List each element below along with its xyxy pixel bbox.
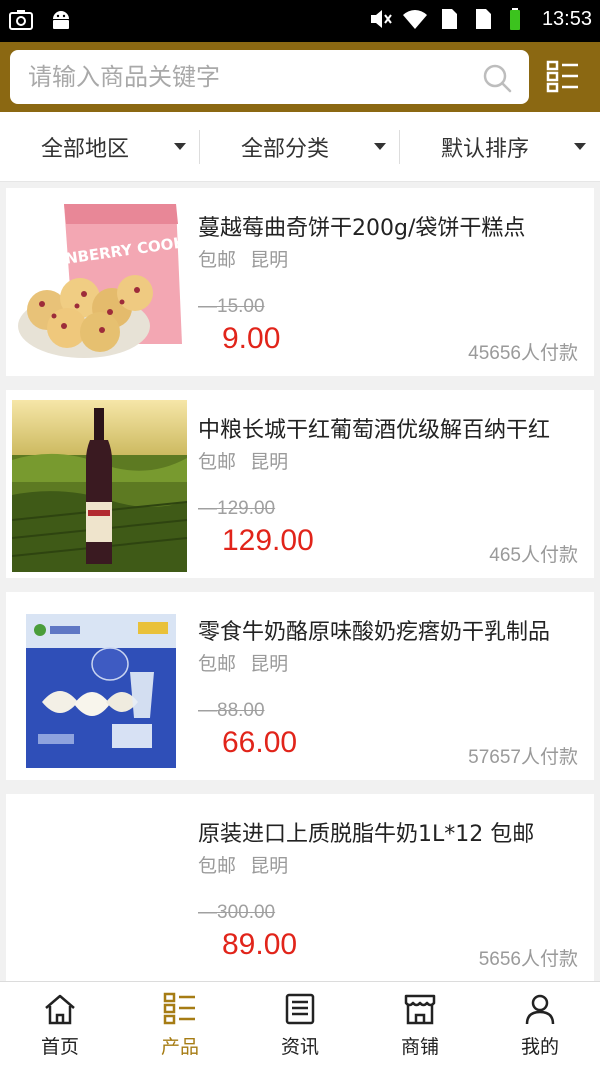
search-box[interactable]	[10, 50, 529, 104]
android-icon	[53, 11, 69, 29]
nav-products[interactable]: 产品	[120, 982, 240, 1067]
sale-price: 89.00	[222, 928, 298, 961]
filter-region-label: 全部地区	[40, 136, 129, 162]
shipping-tag: 包邮	[198, 451, 237, 473]
sale-price: 9.00	[222, 322, 281, 355]
product-list-icon	[163, 992, 195, 1025]
sales-count: 45656人付款	[468, 343, 578, 364]
filter-category-label: 全部分类	[240, 136, 329, 162]
battery-icon	[509, 8, 520, 30]
shipping-tag: 包邮	[198, 855, 237, 877]
product-card[interactable]: 原装进口上质脱脂牛奶1L*12 包邮 包邮 昆明 300.00 89.00 56…	[6, 794, 594, 982]
shipping-tag: 包邮	[198, 249, 237, 271]
product-card[interactable]: 中粮长城干红葡萄酒优级解百纳干红 包邮 昆明 129.00 129.00 465…	[6, 390, 594, 578]
filter-region[interactable]: 全部地区	[0, 112, 200, 181]
city-tag: 昆明	[250, 855, 289, 877]
product-meta: 包邮 昆明	[198, 649, 288, 676]
nav-news[interactable]: 资讯	[240, 982, 360, 1067]
product-image[interactable]: CRANBERRY COOKIES	[12, 198, 187, 370]
status-bar: 13:53	[0, 0, 600, 42]
product-card[interactable]: 零食牛奶酪原味酸奶疙瘩奶干乳制品 包邮 昆明 88.00 66.00 57657…	[6, 592, 594, 780]
category-menu-icon[interactable]	[546, 60, 580, 94]
bottom-nav: 首页 产品 资讯 商铺 我的	[0, 981, 600, 1067]
product-title[interactable]: 原装进口上质脱脂牛奶1L*12 包邮	[198, 816, 578, 848]
news-icon	[285, 993, 315, 1025]
product-title[interactable]: 蔓越莓曲奇饼干200g/袋饼干糕点	[198, 210, 578, 242]
nav-home[interactable]: 首页	[0, 982, 120, 1067]
filter-sort-label: 默认排序	[440, 136, 529, 162]
sales-count: 57657人付款	[468, 747, 578, 768]
header-bar	[0, 42, 600, 112]
product-meta: 包邮 昆明	[198, 245, 288, 272]
sim-card-2-icon	[475, 9, 491, 29]
product-image[interactable]	[12, 400, 187, 572]
filter-sort[interactable]: 默认排序	[400, 112, 600, 181]
product-title[interactable]: 零食牛奶酪原味酸奶疙瘩奶干乳制品	[198, 614, 578, 646]
shipping-tag: 包邮	[198, 653, 237, 675]
filter-bar: 全部地区 全部分类 默认排序	[0, 112, 600, 182]
caret-down-icon	[574, 143, 586, 150]
caret-down-icon	[374, 143, 386, 150]
nav-shop[interactable]: 商铺	[360, 982, 480, 1067]
shop-icon	[404, 994, 436, 1025]
original-price: 129.00	[198, 498, 275, 520]
sim-card-icon	[441, 9, 457, 29]
wifi-icon	[402, 10, 427, 30]
sale-price: 66.00	[222, 726, 298, 759]
original-price: 300.00	[198, 902, 275, 924]
screenshot-icon	[9, 10, 33, 30]
product-list[interactable]: CRANBERRY COOKIES 蔓越莓曲奇饼干200g/袋饼干糕点 包邮 昆…	[0, 182, 600, 982]
city-tag: 昆明	[250, 451, 289, 473]
search-input[interactable]	[28, 60, 468, 94]
sale-price: 129.00	[222, 524, 314, 557]
city-tag: 昆明	[250, 249, 289, 271]
sales-count: 5656人付款	[478, 949, 578, 970]
product-image[interactable]	[12, 804, 187, 976]
nav-home-label: 首页	[40, 1036, 79, 1058]
filter-category[interactable]: 全部分类	[200, 112, 400, 181]
sales-count: 465人付款	[489, 545, 578, 566]
user-icon	[525, 994, 555, 1025]
product-image[interactable]	[12, 602, 187, 774]
nav-shop-label: 商铺	[400, 1036, 439, 1058]
nav-news-label: 资讯	[280, 1036, 319, 1058]
caret-down-icon	[174, 143, 186, 150]
original-price: 88.00	[198, 700, 265, 722]
product-meta: 包邮 昆明	[198, 851, 288, 878]
nav-products-label: 产品	[160, 1036, 199, 1058]
product-meta: 包邮 昆明	[198, 447, 288, 474]
nav-mine[interactable]: 我的	[480, 982, 600, 1067]
original-price: 15.00	[198, 296, 265, 318]
nav-mine-label: 我的	[520, 1036, 559, 1058]
search-icon[interactable]	[481, 62, 513, 94]
mute-icon	[370, 10, 392, 28]
city-tag: 昆明	[250, 653, 289, 675]
clock: 13:53	[541, 7, 592, 30]
product-title[interactable]: 中粮长城干红葡萄酒优级解百纳干红	[198, 412, 578, 444]
product-card[interactable]: CRANBERRY COOKIES 蔓越莓曲奇饼干200g/袋饼干糕点 包邮 昆…	[6, 188, 594, 376]
home-icon	[45, 994, 75, 1025]
